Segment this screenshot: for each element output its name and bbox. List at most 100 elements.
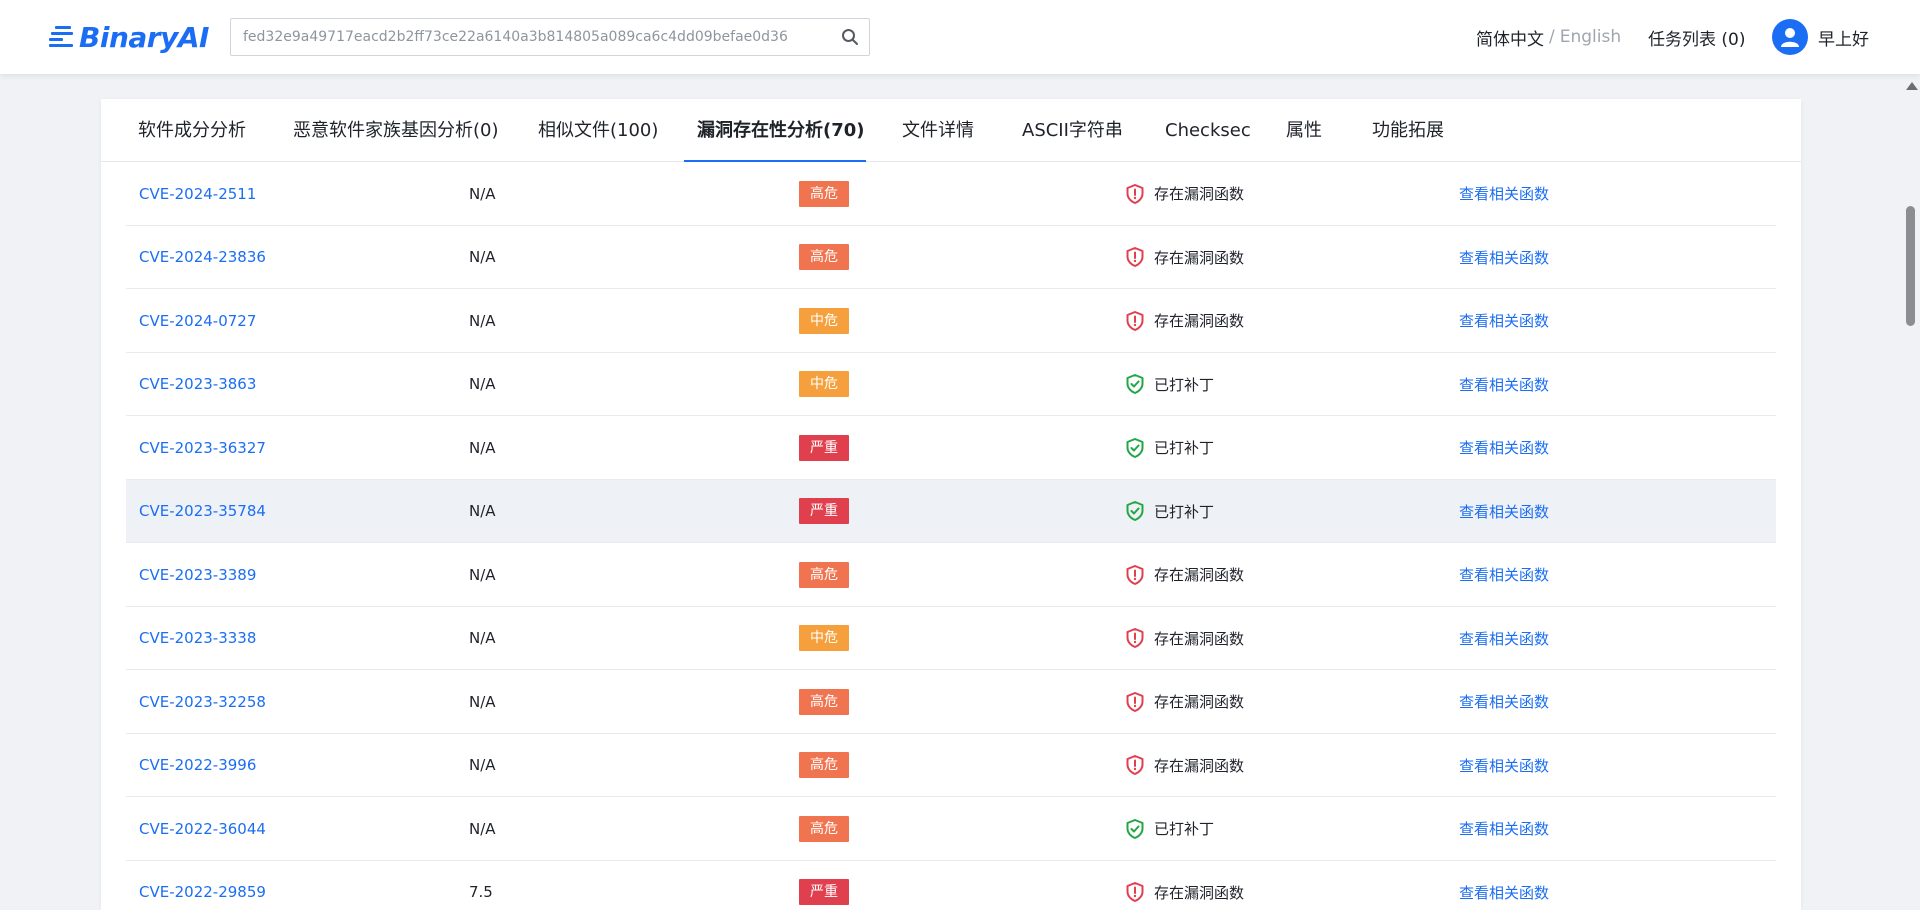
- status-cell: 已打补丁: [1126, 797, 1214, 860]
- shield-alert-icon: [1126, 691, 1144, 712]
- table-row[interactable]: CVE-2024-2511 N/A 高危 存在漏洞函数 查看相关函数: [126, 162, 1776, 226]
- severity-badge: 中危: [799, 307, 849, 334]
- severity-cell: 高危: [799, 797, 849, 860]
- status-text: 存在漏洞函数: [1154, 629, 1245, 648]
- shield-alert-icon: [1126, 628, 1144, 648]
- tab-vulnerability[interactable]: 漏洞存在性分析(70): [697, 99, 865, 162]
- analysis-tabs: 软件成分分析 恶意软件家族基因分析(0) 相似文件(100) 漏洞存在性分析(7…: [101, 99, 1801, 162]
- severity-cell: 严重: [799, 480, 849, 543]
- cve-id-link[interactable]: CVE-2023-3863: [139, 353, 256, 416]
- search-input[interactable]: [243, 19, 823, 55]
- table-row[interactable]: CVE-2023-3389 N/A 高危 存在漏洞函数 查看相关函数: [126, 543, 1776, 607]
- tab-extensions[interactable]: 功能拓展: [1372, 99, 1444, 162]
- status-text: 已打补丁: [1154, 820, 1215, 838]
- severity-cell: 严重: [799, 416, 849, 479]
- cve-id-link[interactable]: CVE-2023-36327: [139, 416, 266, 479]
- status-cell: 存在漏洞函数: [1126, 226, 1244, 289]
- shield-check-icon: [1126, 501, 1144, 521]
- cvss-score: N/A: [469, 756, 496, 774]
- cve-id-link[interactable]: CVE-2024-0727: [139, 289, 256, 352]
- status-text: 存在漏洞函数: [1154, 312, 1245, 330]
- status-cell: 存在漏洞函数: [1126, 607, 1244, 670]
- cvss-score: N/A: [469, 248, 496, 266]
- cve-id-link[interactable]: CVE-2023-32258: [139, 670, 266, 733]
- table-row[interactable]: CVE-2023-36327 N/A 严重 已打补丁 查看相关函数: [126, 416, 1776, 480]
- greeting-text: 早上好: [1818, 29, 1869, 50]
- scroll-thumb[interactable]: [1906, 206, 1915, 326]
- severity-cell: 中危: [799, 289, 849, 352]
- view-functions-link[interactable]: 查看相关函数: [1459, 480, 1549, 543]
- severity-badge: 高危: [799, 561, 849, 588]
- severity-cell: 中危: [799, 353, 849, 416]
- view-functions-link[interactable]: 查看相关函数: [1459, 670, 1549, 733]
- cve-id-link[interactable]: CVE-2023-3389: [139, 543, 256, 606]
- table-row[interactable]: CVE-2024-0727 N/A 中危 存在漏洞函数 查看相关函数: [126, 289, 1776, 353]
- view-functions-link[interactable]: 查看相关函数: [1459, 861, 1549, 910]
- status-text: 已打补丁: [1154, 375, 1215, 394]
- language-switch: 简体中文 / English: [1476, 0, 1621, 74]
- cve-id-link[interactable]: CVE-2023-35784: [139, 480, 266, 543]
- shield-check-icon: [1126, 374, 1144, 394]
- cve-id-link[interactable]: CVE-2022-29859: [139, 861, 266, 910]
- top-header: BinaryAI 简体中文 / English 任务列表 (0) 早上好: [0, 0, 1920, 74]
- table-row[interactable]: CVE-2023-35784 N/A 严重 已打补丁 查看相关函数: [126, 479, 1776, 543]
- tab-properties[interactable]: 属性: [1286, 99, 1322, 162]
- cvss-score: N/A: [469, 819, 496, 838]
- cvss-score: N/A: [469, 692, 496, 711]
- view-functions-link[interactable]: 查看相关函数: [1459, 353, 1549, 416]
- shield-alert-icon: [1126, 310, 1144, 331]
- user-icon: [1781, 28, 1799, 47]
- severity-cell: 高危: [799, 670, 849, 733]
- lang-chinese[interactable]: 简体中文: [1476, 25, 1544, 50]
- view-functions-link[interactable]: 查看相关函数: [1459, 416, 1549, 479]
- table-row[interactable]: CVE-2023-32258 N/A 高危 存在漏洞函数 查看相关函数: [126, 670, 1776, 734]
- table-row[interactable]: CVE-2024-23836 N/A 高危 存在漏洞函数 查看相关函数: [126, 226, 1776, 289]
- cvss-score: N/A: [469, 565, 496, 584]
- view-functions-link[interactable]: 查看相关函数: [1459, 607, 1549, 670]
- tab-similar-files[interactable]: 相似文件(100): [538, 99, 658, 162]
- view-functions-link[interactable]: 查看相关函数: [1459, 543, 1549, 606]
- status-cell: 已打补丁: [1126, 480, 1214, 543]
- severity-badge: 严重: [799, 879, 849, 905]
- tab-checksec[interactable]: Checksec: [1165, 99, 1251, 162]
- status-cell: 存在漏洞函数: [1126, 861, 1244, 910]
- cve-id-link[interactable]: CVE-2024-23836: [139, 226, 266, 289]
- tab-malware-family[interactable]: 恶意软件家族基因分析(0): [293, 99, 499, 162]
- cvss-score: N/A: [469, 438, 496, 457]
- view-functions-link[interactable]: 查看相关函数: [1459, 289, 1549, 352]
- tab-file-details[interactable]: 文件详情: [902, 99, 974, 162]
- table-row[interactable]: CVE-2022-3996 N/A 高危 存在漏洞函数 查看相关函数: [126, 734, 1776, 797]
- task-list-link[interactable]: 任务列表 (0): [1648, 0, 1745, 74]
- tab-sca[interactable]: 软件成分分析: [138, 99, 246, 162]
- tab-ascii-strings[interactable]: ASCII字符串: [1022, 99, 1123, 162]
- shield-alert-icon: [1126, 882, 1144, 902]
- shield-alert-icon: [1126, 247, 1144, 267]
- avatar[interactable]: [1772, 19, 1808, 55]
- search-icon[interactable]: [841, 28, 859, 46]
- severity-badge: 高危: [799, 688, 849, 715]
- view-functions-link[interactable]: 查看相关函数: [1459, 162, 1549, 225]
- view-functions-link[interactable]: 查看相关函数: [1459, 797, 1549, 860]
- view-functions-link[interactable]: 查看相关函数: [1459, 226, 1549, 289]
- severity-badge: 高危: [799, 752, 849, 778]
- severity-badge: 中危: [799, 371, 849, 397]
- binaryai-logo[interactable]: BinaryAI: [49, 20, 209, 54]
- cvss-score: 7.5: [469, 883, 493, 901]
- table-row[interactable]: CVE-2022-29859 7.5 严重 存在漏洞函数 查看相关函数: [126, 861, 1776, 910]
- scroll-up-arrow-icon[interactable]: [1906, 82, 1918, 90]
- table-row[interactable]: CVE-2022-36044 N/A 高危 已打补丁 查看相关函数: [126, 797, 1776, 861]
- table-row[interactable]: CVE-2023-3338 N/A 中危 存在漏洞函数 查看相关函数: [126, 607, 1776, 670]
- cve-id-link[interactable]: CVE-2023-3338: [139, 607, 256, 670]
- cve-id-link[interactable]: CVE-2024-2511: [139, 162, 256, 225]
- user-menu[interactable]: 早上好: [1772, 0, 1869, 74]
- view-functions-link[interactable]: 查看相关函数: [1459, 734, 1549, 797]
- cve-id-link[interactable]: CVE-2022-36044: [139, 797, 266, 860]
- severity-cell: 高危: [799, 734, 849, 797]
- logo-icon: [49, 24, 75, 50]
- status-text: 存在漏洞函数: [1154, 693, 1245, 711]
- cve-id-link[interactable]: CVE-2022-3996: [139, 734, 256, 797]
- table-row[interactable]: CVE-2023-3863 N/A 中危 已打补丁 查看相关函数: [126, 353, 1776, 416]
- lang-english[interactable]: English: [1560, 27, 1621, 47]
- page-scrollbar[interactable]: [1902, 74, 1920, 910]
- cvss-score: N/A: [469, 375, 496, 393]
